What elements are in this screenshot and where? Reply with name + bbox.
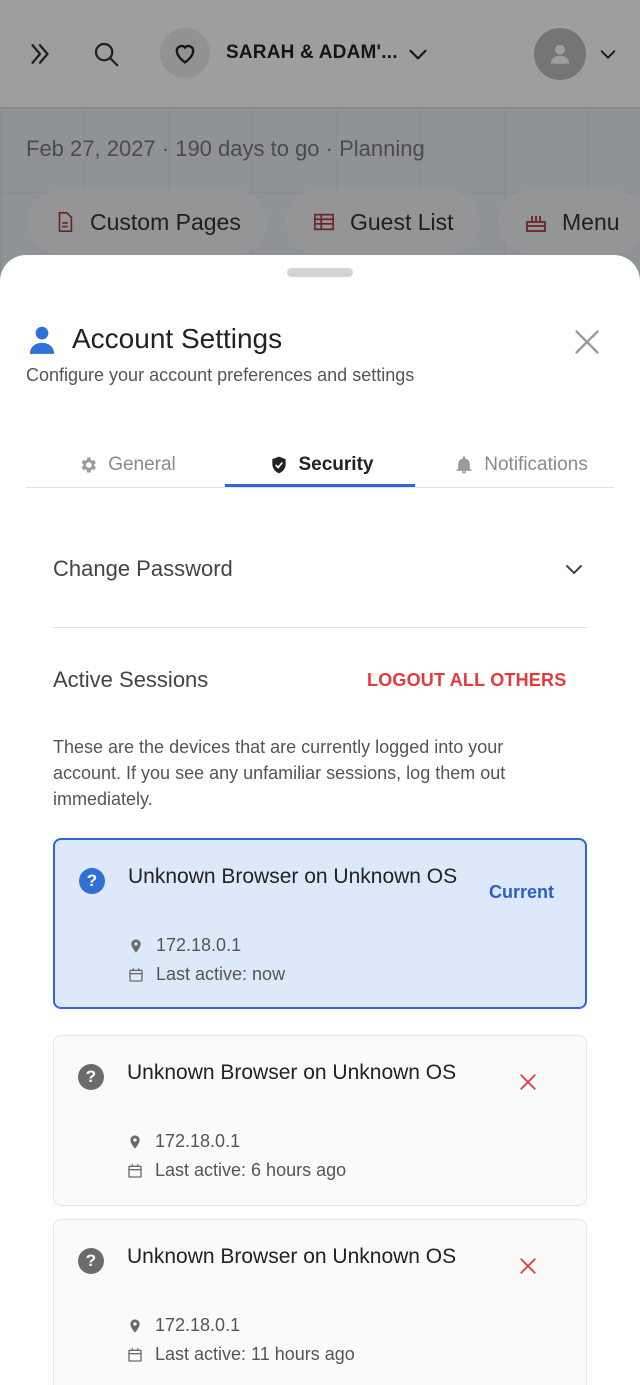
tab-general[interactable]: General <box>62 442 192 488</box>
session-ip-row: 172.18.0.1 <box>128 935 241 956</box>
session-card: ? Unknown Browser on Unknown OS 172.18.0… <box>53 1219 587 1385</box>
change-password-toggle[interactable]: Change Password <box>53 556 587 582</box>
tab-security[interactable]: Security <box>256 442 386 488</box>
person-icon <box>28 325 56 360</box>
page-description: Configure your account preferences and s… <box>26 365 415 385</box>
session-ip: 172.18.0.1 <box>155 1315 241 1335</box>
question-icon: ? <box>79 868 105 894</box>
tab-label: General <box>108 454 176 475</box>
location-pin-icon <box>130 1318 140 1333</box>
section-divider <box>53 627 587 628</box>
gear-icon <box>81 457 97 473</box>
shield-icon <box>271 456 286 474</box>
session-name: Unknown Browser on Unknown OS <box>128 865 458 888</box>
revoke-session-button[interactable] <box>516 1070 540 1094</box>
close-button[interactable] <box>570 325 604 359</box>
session-last-active-row: Last active: 11 hours ago <box>127 1344 355 1365</box>
close-icon <box>520 1258 536 1274</box>
active-tab-indicator <box>225 484 415 487</box>
logout-all-others-button[interactable]: LOGOUT ALL OTHERS <box>367 670 566 691</box>
chevron-down-icon[interactable] <box>562 557 586 586</box>
session-ip-row: 172.18.0.1 <box>127 1315 240 1336</box>
session-ip: 172.18.0.1 <box>156 935 242 955</box>
current-session-badge: Current <box>489 882 555 902</box>
settings-tabs: General Security Notifications <box>26 442 614 488</box>
question-icon: ? <box>78 1248 104 1274</box>
session-card-current: ? Unknown Browser on Unknown OS 172.18.0… <box>53 838 587 1009</box>
session-ip: 172.18.0.1 <box>155 1131 241 1151</box>
tab-label: Notifications <box>484 454 588 475</box>
location-pin-icon <box>130 1134 140 1149</box>
session-name: Unknown Browser on Unknown OS <box>127 1061 457 1084</box>
page-title: Account Settings <box>72 323 283 354</box>
location-pin-icon <box>131 938 141 953</box>
close-icon <box>575 330 599 354</box>
tab-notifications[interactable]: Notifications <box>436 442 606 488</box>
sheet-drag-handle[interactable] <box>287 268 353 277</box>
session-name: Unknown Browser on Unknown OS <box>127 1245 457 1268</box>
session-card: ? Unknown Browser on Unknown OS 172.18.0… <box>53 1035 587 1206</box>
bell-icon <box>456 456 472 474</box>
session-ip-row: 172.18.0.1 <box>127 1131 240 1152</box>
tab-label: Security <box>298 454 374 475</box>
session-last-active: Last active: 6 hours ago <box>155 1160 347 1180</box>
active-sessions-description: These are the devices that are currently… <box>53 737 506 809</box>
calendar-icon <box>128 1163 142 1178</box>
session-last-active: Last active: now <box>156 964 286 984</box>
question-icon: ? <box>78 1064 104 1090</box>
session-last-active: Last active: 11 hours ago <box>155 1344 355 1364</box>
session-last-active-row: Last active: 6 hours ago <box>127 1160 346 1181</box>
calendar-icon <box>129 967 143 982</box>
session-last-active-row: Last active: now <box>128 964 285 985</box>
revoke-session-button[interactable] <box>516 1254 540 1278</box>
account-settings-sheet: Account Settings Configure your account … <box>0 255 640 1385</box>
close-icon <box>520 1074 536 1090</box>
calendar-icon <box>128 1347 142 1362</box>
